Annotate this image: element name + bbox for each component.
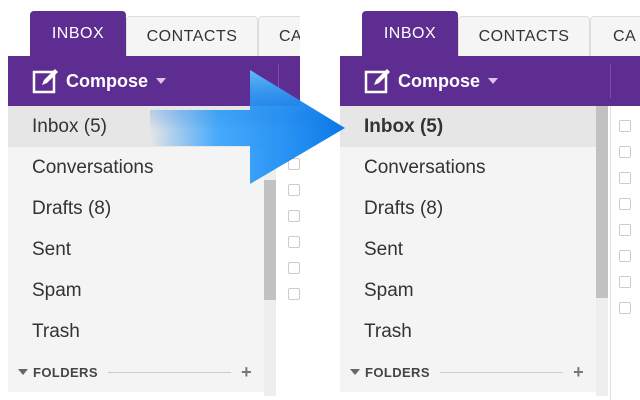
tab-inbox[interactable]: INBOX [30,11,126,56]
folders-label: FOLDERS [33,364,98,380]
tab-inbox[interactable]: INBOX [362,11,458,56]
mail-panel-after: INBOX CONTACTS CA Compose Inbox (5) Conv… [340,0,640,400]
message-checkbox[interactable] [619,146,631,158]
folder-nav: Inbox (5) Conversations Drafts (8) Sent … [340,106,598,392]
compose-label: Compose [398,70,481,91]
toolbar: Compose [340,56,640,106]
message-checkbox[interactable] [619,276,631,288]
message-checkbox[interactable] [619,250,631,262]
compose-button[interactable]: Compose [364,67,499,95]
tab-bar: INBOX CONTACTS CA [8,0,300,56]
nav-item-spam[interactable]: Spam [340,270,598,311]
tab-calendar[interactable]: CA [590,16,640,56]
tab-calendar[interactable]: CA [258,16,300,56]
nav-item-conversations[interactable]: Conversations [340,147,598,188]
divider [107,371,232,373]
message-checkbox[interactable] [288,210,300,222]
compose-icon [364,69,390,94]
chevron-down-icon[interactable] [488,78,499,84]
message-checkbox[interactable] [619,302,631,314]
add-folder-icon[interactable]: + [573,362,584,383]
message-checkbox[interactable] [288,262,300,274]
nav-item-trash[interactable]: Trash [8,311,266,352]
message-list-edge [610,106,640,400]
message-checkbox[interactable] [288,236,300,248]
nav-item-sent[interactable]: Sent [340,229,598,270]
scroll-thumb[interactable] [596,106,608,298]
collapse-triangle-icon[interactable] [350,369,360,375]
right-arrow-icon [150,70,345,184]
compose-icon [32,69,58,94]
divider [439,371,564,373]
mail-panel-before: INBOX CONTACTS CA Compose Inbox (5) Conv… [8,0,300,400]
folders-header[interactable]: FOLDERS + [340,352,598,392]
nav-item-drafts[interactable]: Drafts (8) [340,188,598,229]
scroll-thumb[interactable] [264,180,276,300]
compose-button[interactable]: Compose [32,67,167,95]
tab-bar: INBOX CONTACTS CA [340,0,640,56]
nav-item-spam[interactable]: Spam [8,270,266,311]
collapse-triangle-icon[interactable] [18,369,28,375]
message-checkbox[interactable] [619,120,631,132]
message-checkbox[interactable] [288,288,300,300]
nav-item-trash[interactable]: Trash [340,311,598,352]
scrollbar[interactable] [596,106,608,396]
nav-item-inbox[interactable]: Inbox (5) [340,106,598,147]
message-checkbox[interactable] [619,224,631,236]
tab-contacts[interactable]: CONTACTS [458,16,590,56]
nav-item-sent[interactable]: Sent [8,229,266,270]
compose-label: Compose [66,70,149,91]
nav-item-drafts[interactable]: Drafts (8) [8,188,266,229]
folders-label: FOLDERS [365,364,430,380]
tab-contacts[interactable]: CONTACTS [126,16,258,56]
toolbar-divider [610,64,611,98]
add-folder-icon[interactable]: + [241,362,252,383]
message-checkbox[interactable] [619,172,631,184]
message-checkbox[interactable] [619,198,631,210]
folders-header[interactable]: FOLDERS + [8,352,266,392]
